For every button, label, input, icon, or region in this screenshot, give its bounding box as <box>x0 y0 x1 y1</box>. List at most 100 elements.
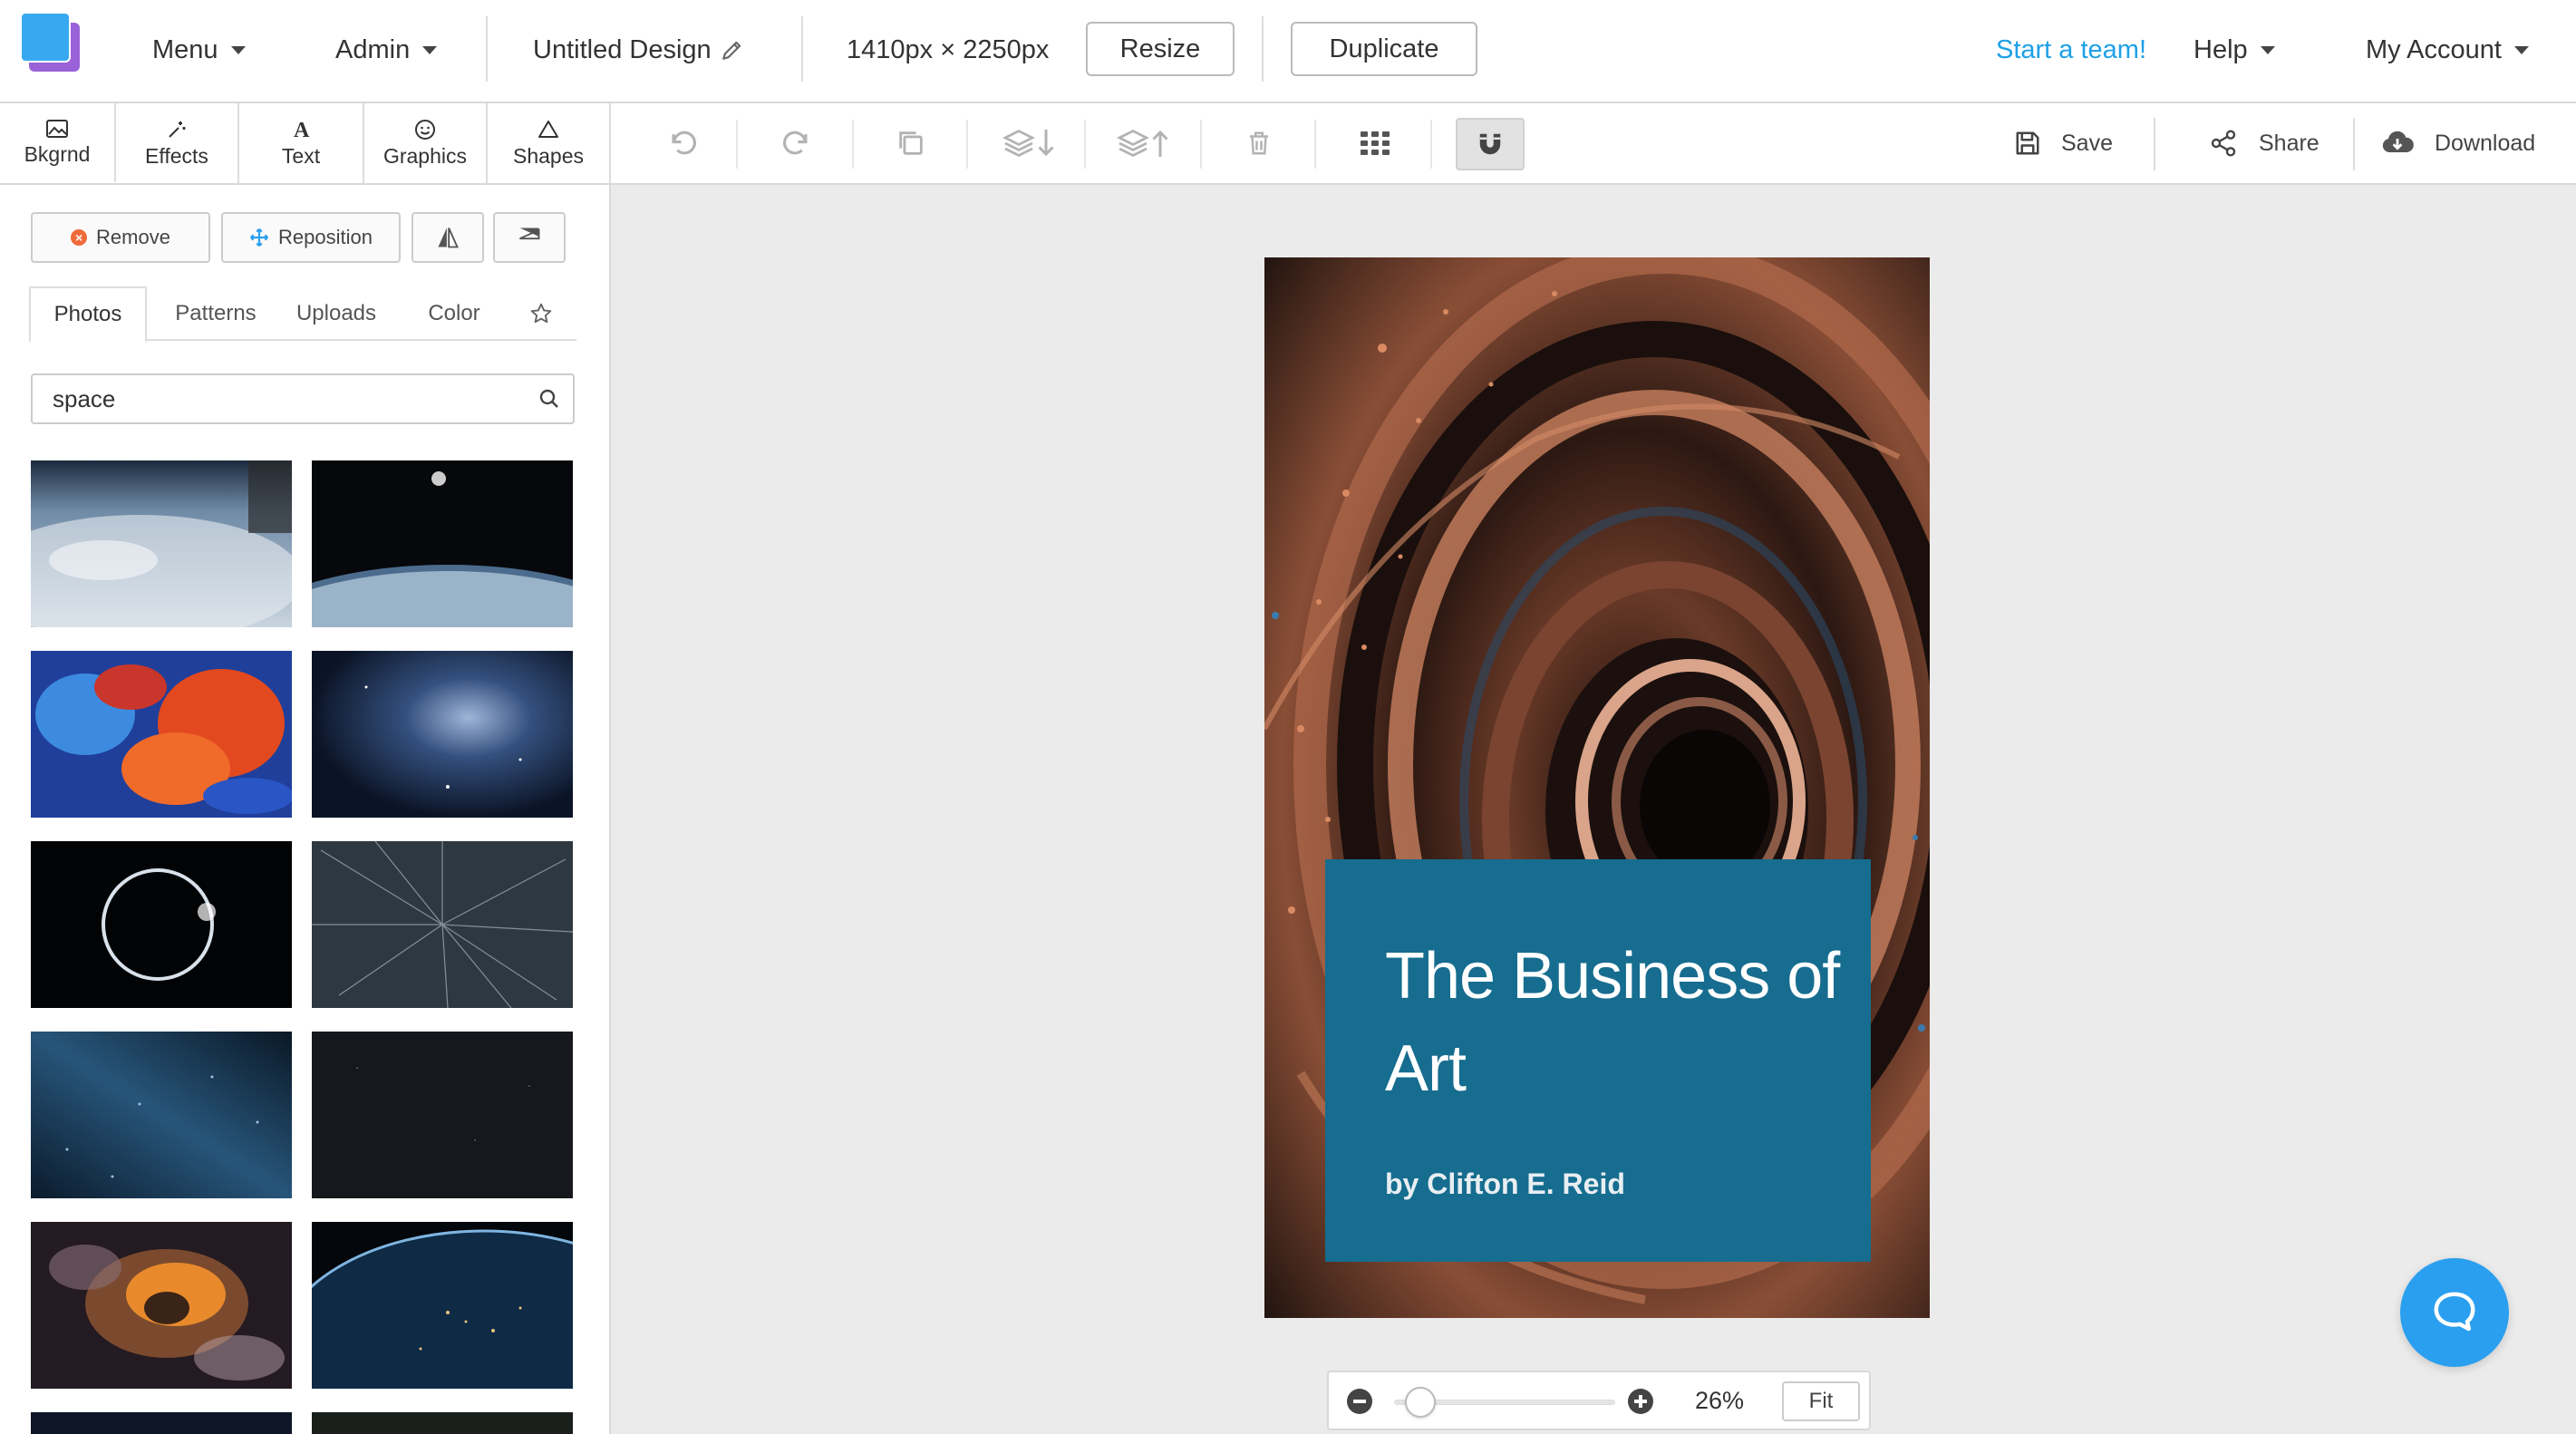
tab-background[interactable]: Bkgrnd <box>0 103 116 183</box>
book-title-text[interactable]: The Business of Art <box>1385 930 1856 1115</box>
tab-graphics[interactable]: Graphics <box>364 103 488 183</box>
subtab-photos[interactable]: Photos <box>29 286 147 343</box>
image-icon <box>46 119 68 138</box>
background-panel: × Remove Reposition Photos Patterns Uplo… <box>0 185 611 1434</box>
design-title-text: Untitled Design <box>533 34 712 64</box>
share-icon <box>2211 130 2236 157</box>
help-dropdown[interactable]: Help <box>2193 0 2275 100</box>
photo-thumbnail[interactable] <box>312 651 573 818</box>
tab-shapes[interactable]: Shapes <box>488 103 611 183</box>
help-label: Help <box>2193 34 2248 64</box>
photo-search-input[interactable] <box>33 375 504 422</box>
design-dimensions: 1410px × 2250px <box>847 34 1050 64</box>
book-author-text[interactable]: by Clifton E. Reid <box>1385 1168 1625 1201</box>
layer-up-icon[interactable] <box>1115 118 1173 169</box>
tab-label: Graphics <box>383 143 468 168</box>
photo-thumbnail[interactable] <box>31 1032 292 1198</box>
admin-label: Admin <box>335 34 411 64</box>
menu-dropdown[interactable]: Menu <box>152 0 246 100</box>
design-title[interactable]: Untitled Design <box>533 0 744 100</box>
flip-vertical-icon <box>519 228 540 240</box>
star-icon <box>530 303 552 324</box>
tab-label: Shapes <box>512 143 584 168</box>
zoom-controls: 26% Fit <box>1327 1371 1871 1430</box>
photo-thumbnail[interactable] <box>312 1222 573 1389</box>
photo-search-box <box>31 373 575 424</box>
tab-label: Bkgrnd <box>24 141 91 166</box>
menu-label: Menu <box>152 34 218 64</box>
search-icon[interactable] <box>538 388 560 410</box>
download-button[interactable]: Download <box>2380 103 2535 183</box>
zoom-percent: 26% <box>1695 1386 1745 1414</box>
reposition-label: Reposition <box>278 226 373 248</box>
undo-icon[interactable] <box>656 118 709 169</box>
save-icon <box>2016 131 2039 155</box>
smiley-icon <box>415 119 435 140</box>
reposition-button[interactable]: Reposition <box>221 212 401 263</box>
copy-icon[interactable] <box>885 118 937 169</box>
zoom-in-icon[interactable] <box>1628 1389 1653 1414</box>
photo-thumbnail[interactable] <box>31 1412 292 1434</box>
chevron-down-icon <box>2513 45 2529 54</box>
photo-thumbnail[interactable] <box>31 460 292 627</box>
zoom-slider-handle[interactable] <box>1405 1387 1436 1418</box>
app-logo[interactable] <box>20 12 80 72</box>
redo-icon[interactable] <box>770 118 823 169</box>
tab-text[interactable]: A Text <box>239 103 364 183</box>
chevron-down-icon <box>230 45 246 54</box>
subtab-patterns[interactable]: Patterns <box>152 286 279 341</box>
divider <box>1262 16 1264 82</box>
save-button[interactable]: Save <box>2014 103 2113 183</box>
download-label: Download <box>2435 130 2536 156</box>
top-bar: Menu Admin Untitled Design 1410px × 2250… <box>0 0 2576 103</box>
toolbar: Bkgrnd Effects A Text Graphics Shapes Sa… <box>0 103 2576 185</box>
title-text-box[interactable]: The Business of Art by Clifton E. Reid <box>1325 859 1871 1262</box>
subtab-favorites[interactable] <box>518 286 564 341</box>
admin-dropdown[interactable]: Admin <box>335 0 438 100</box>
move-arrows-icon <box>250 228 268 247</box>
flip-horizontal-button[interactable] <box>412 212 484 263</box>
share-label: Share <box>2259 130 2319 156</box>
photo-thumbnail[interactable] <box>312 1032 573 1198</box>
magnet-icon[interactable] <box>1456 118 1525 170</box>
tab-label: Effects <box>145 143 208 168</box>
flip-vertical-button[interactable] <box>493 212 566 263</box>
flip-horizontal-icon <box>438 228 459 248</box>
start-team-link[interactable]: Start a team! <box>1996 0 2146 100</box>
tab-label: Text <box>281 143 321 168</box>
triangle-icon <box>538 120 558 138</box>
layer-down-icon[interactable] <box>1001 118 1059 169</box>
share-button[interactable]: Share <box>2208 103 2319 183</box>
resize-button[interactable]: Resize <box>1086 22 1235 76</box>
chevron-down-icon <box>2260 45 2275 54</box>
photo-thumbnail[interactable] <box>31 841 292 1008</box>
remove-button[interactable]: × Remove <box>31 212 210 263</box>
photo-thumbnail[interactable] <box>312 841 573 1008</box>
photo-thumbnail[interactable] <box>312 460 573 627</box>
remove-icon: × <box>71 229 88 246</box>
trash-icon[interactable] <box>1233 118 1285 169</box>
tab-effects[interactable]: Effects <box>116 103 239 183</box>
divider <box>801 16 803 82</box>
chevron-down-icon <box>422 45 438 54</box>
fit-button[interactable]: Fit <box>1782 1381 1860 1421</box>
subtab-uploads[interactable]: Uploads <box>277 286 395 341</box>
chat-button[interactable] <box>2400 1258 2509 1367</box>
grid-icon[interactable] <box>1349 118 1401 169</box>
photo-thumbnail[interactable] <box>312 1412 573 1434</box>
save-label: Save <box>2061 130 2113 156</box>
subtab-color[interactable]: Color <box>395 286 513 341</box>
remove-label: Remove <box>96 226 170 248</box>
wand-icon <box>169 121 186 138</box>
photo-thumbnail[interactable] <box>31 651 292 818</box>
photo-source-tabs: Photos Patterns Uploads Color <box>29 286 576 343</box>
pencil-icon <box>721 41 741 60</box>
text-icon: A <box>294 119 310 140</box>
photo-thumbnail[interactable] <box>31 1222 292 1389</box>
zoom-out-icon[interactable] <box>1347 1389 1372 1414</box>
duplicate-button[interactable]: Duplicate <box>1291 22 1477 76</box>
divider <box>486 16 488 82</box>
account-dropdown[interactable]: My Account <box>2366 0 2529 100</box>
svg-text:A: A <box>294 119 310 140</box>
account-label: My Account <box>2366 34 2502 64</box>
